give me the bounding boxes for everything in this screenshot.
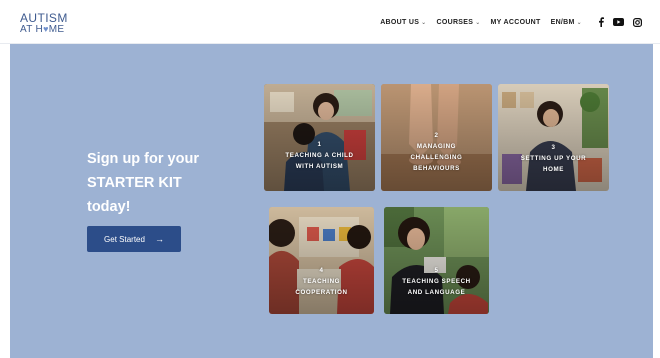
starter-kit-heading: Sign up for your STARTER KIT today! [87, 147, 237, 219]
nav-language-label: EN/BM [550, 18, 575, 26]
site-logo[interactable]: AUTISM AT H♥ME [20, 12, 76, 35]
card-caption: 5 TEACHING SPEECH AND LANGUAGE [384, 265, 489, 298]
chevron-down-icon: ⌄ [576, 19, 582, 26]
course-card-teaching-cooperation[interactable]: 4 TEACHING COOPERATION [269, 207, 374, 314]
heading-line-2: STARTER KIT [87, 175, 182, 191]
nav-courses[interactable]: COURSES ⌄ [437, 19, 481, 26]
card-caption: 4 TEACHING COOPERATION [269, 265, 374, 298]
get-started-label: Get Started [104, 234, 145, 244]
logo-line-2-end: ME [48, 24, 65, 35]
card-title-line-2: AND LANGUAGE [407, 289, 466, 296]
logo-line-2-start: AT H [20, 24, 44, 35]
facebook-icon[interactable] [598, 17, 604, 27]
card-title-line-1: SETTING UP YOUR [520, 155, 587, 162]
card-number: 3 [551, 144, 556, 151]
get-started-button[interactable]: Get Started → [87, 226, 181, 252]
site-header: AUTISM AT H♥ME ABOUT US ⌄ COURSES ⌄ MY ACC… [0, 0, 660, 44]
hero-section: Sign up for your STARTER KIT today! Get … [10, 44, 653, 358]
youtube-icon[interactable] [613, 18, 624, 26]
arrow-right-icon: → [154, 234, 164, 244]
logo-line-1: AUTISM [20, 11, 68, 25]
card-title-line-2: CHALLENGING [410, 154, 463, 161]
card-number: 5 [434, 267, 439, 274]
card-title-line-1: TEACHING SPEECH [402, 278, 471, 285]
card-title-line-2: WITH AUTISM [295, 163, 344, 170]
card-title-line-1: TEACHING A CHILD [285, 152, 354, 159]
heading-line-3: today! [87, 199, 131, 215]
card-caption: 1 TEACHING A CHILD WITH AUTISM [264, 139, 375, 172]
instagram-icon[interactable] [633, 17, 642, 27]
card-number: 1 [317, 141, 322, 148]
course-card-teaching-a-child[interactable]: 1 TEACHING A CHILD WITH AUTISM [264, 84, 375, 191]
nav-about-us[interactable]: ABOUT US ⌄ [380, 19, 426, 26]
course-card-setting-up-home[interactable]: 3 SETTING UP YOUR HOME [498, 84, 609, 191]
social-links [598, 0, 642, 44]
card-title-line-1: TEACHING [302, 278, 341, 285]
heading-line-1: Sign up for your [87, 151, 199, 167]
card-title-line-2: COOPERATION [295, 289, 348, 296]
course-card-managing-behaviours[interactable]: 2 MANAGING CHALLENGING BEHAVIOURS [381, 84, 492, 191]
card-shade [264, 84, 375, 191]
card-title-line-1: MANAGING [416, 143, 457, 150]
chevron-down-icon: ⌄ [421, 19, 427, 26]
nav-my-account[interactable]: MY ACCOUNT [491, 19, 541, 26]
card-caption: 2 MANAGING CHALLENGING BEHAVIOURS [381, 130, 492, 174]
nav-language[interactable]: EN/BM ⌄ [551, 19, 582, 26]
nav-courses-label: COURSES [436, 18, 474, 26]
card-title-line-2: HOME [543, 166, 564, 173]
card-number: 4 [319, 267, 324, 274]
nav-about-us-label: ABOUT US [380, 18, 420, 26]
course-card-teaching-speech[interactable]: 5 TEACHING SPEECH AND LANGUAGE [384, 207, 489, 314]
card-caption: 3 SETTING UP YOUR HOME [498, 142, 609, 175]
logo-line-2: AT H♥ME [20, 25, 76, 35]
card-number: 2 [434, 132, 439, 139]
chevron-down-icon: ⌄ [475, 19, 481, 26]
main-nav: ABOUT US ⌄ COURSES ⌄ MY ACCOUNT EN/BM ⌄ [380, 0, 582, 44]
card-title-line-3: BEHAVIOURS [413, 165, 460, 172]
nav-my-account-label: MY ACCOUNT [490, 18, 541, 26]
